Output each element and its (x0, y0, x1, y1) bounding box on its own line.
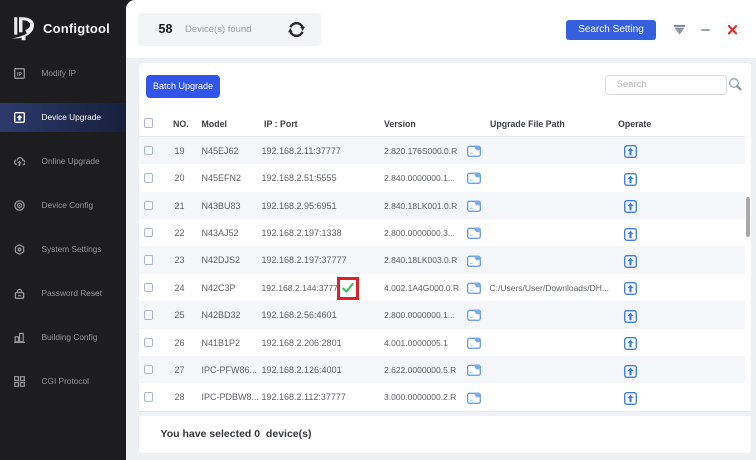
svg-text:IP: IP (17, 72, 22, 78)
